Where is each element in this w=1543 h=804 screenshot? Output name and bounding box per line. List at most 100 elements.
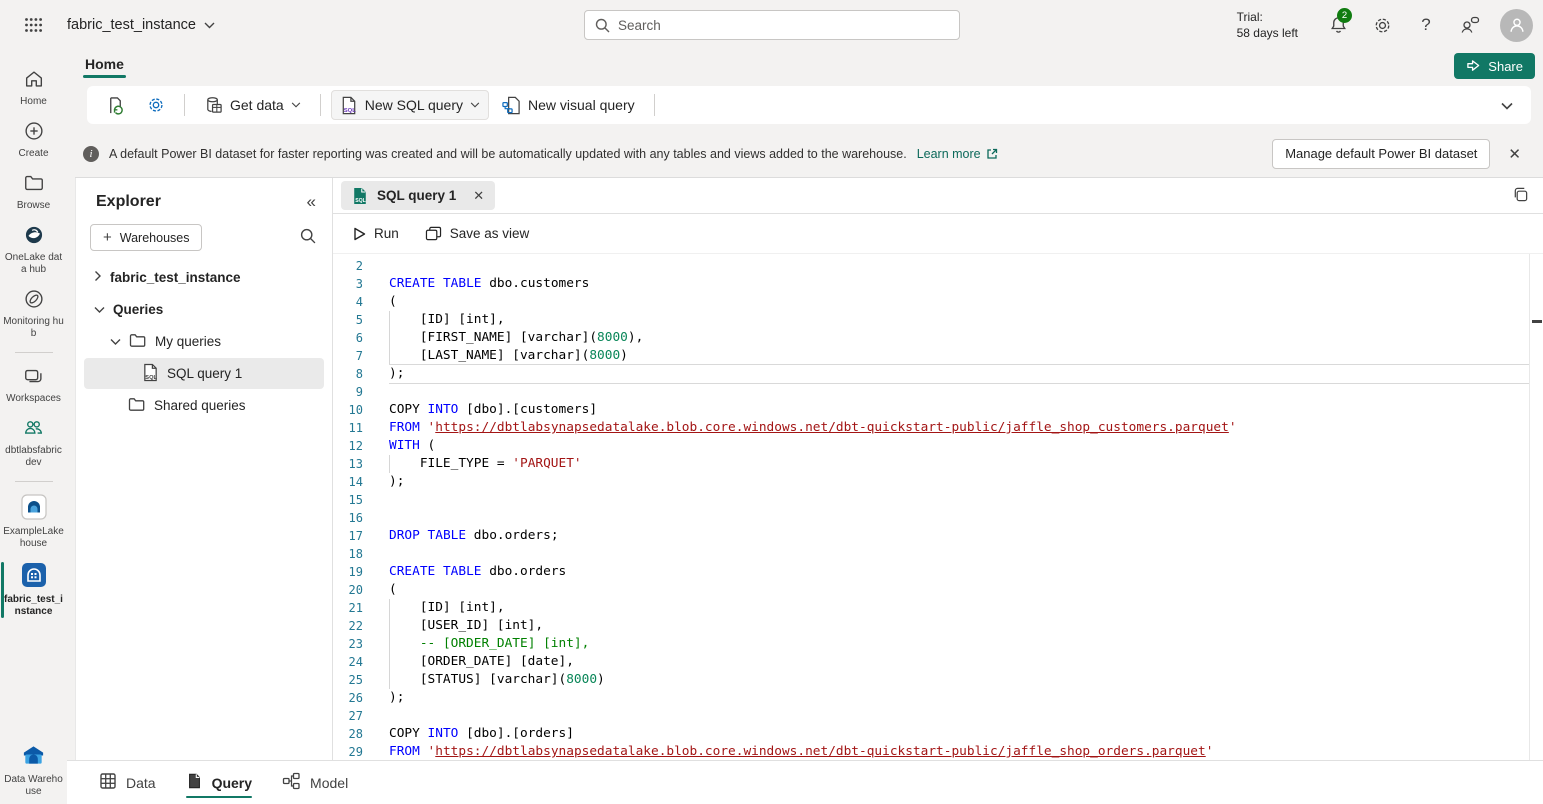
- refresh-button[interactable]: [97, 90, 134, 120]
- workspace-switcher[interactable]: fabric_test_instance: [67, 17, 215, 33]
- account-avatar[interactable]: [1500, 9, 1533, 42]
- get-data-button[interactable]: Get data: [195, 90, 310, 120]
- app-launcher-button[interactable]: [0, 18, 67, 32]
- editor-overview-ruler[interactable]: [1529, 254, 1543, 760]
- code-line[interactable]: 12WITH (: [333, 437, 1529, 455]
- nav-rail-label: Home: [20, 96, 47, 108]
- view-tab-data[interactable]: Data: [89, 761, 166, 804]
- ribbon-row: Get data SQL New SQL query: [67, 82, 1543, 130]
- nav-rail-label: Monitoring hub: [3, 316, 65, 340]
- code-line[interactable]: 4(: [333, 293, 1529, 311]
- view-tab-query[interactable]: Query: [176, 761, 262, 804]
- line-number: 29: [333, 743, 363, 760]
- code-line[interactable]: 22 [USER_ID] [int],: [333, 617, 1529, 635]
- code-line[interactable]: 17DROP TABLE dbo.orders;: [333, 527, 1529, 545]
- notifications-button[interactable]: 2: [1316, 1, 1360, 49]
- code-line[interactable]: 19CREATE TABLE dbo.orders: [333, 563, 1529, 581]
- chevron-down-icon[interactable]: [94, 302, 105, 317]
- nav-rail-item-onelake-data-hub[interactable]: OneLake data hub: [0, 218, 67, 282]
- overview-cursor-mark: [1532, 320, 1542, 323]
- code-line[interactable]: 20(: [333, 581, 1529, 599]
- code-line[interactable]: 10COPY INTO [dbo].[customers]: [333, 401, 1529, 419]
- nav-rail-item-workspaces[interactable]: Workspaces: [0, 359, 67, 411]
- add-warehouses-button[interactable]: + Warehouses: [90, 224, 202, 251]
- chevron-down-icon[interactable]: [110, 334, 121, 349]
- code-line[interactable]: 16: [333, 509, 1529, 527]
- plain-token: [FIRST_NAME] [varchar](: [389, 330, 597, 345]
- save-as-view-icon: [425, 226, 442, 241]
- close-tab-icon[interactable]: ✕: [473, 188, 484, 204]
- ribbon-expand-button[interactable]: [1493, 94, 1521, 117]
- code-line[interactable]: 23 -- [ORDER_DATE] [int],: [333, 635, 1529, 653]
- code-editor-surface[interactable]: 23CREATE TABLE dbo.customers4(5 [ID] [in…: [333, 254, 1543, 760]
- share-button[interactable]: Share: [1454, 53, 1535, 79]
- nav-rail-item-browse[interactable]: Browse: [0, 166, 67, 218]
- code-line[interactable]: 15: [333, 491, 1529, 509]
- code-line[interactable]: 9: [333, 383, 1529, 401]
- tree-item-shared-queries[interactable]: Shared queries: [84, 390, 324, 421]
- nav-rail-item-data-warehouse[interactable]: Data Warehouse: [0, 737, 67, 804]
- nav-rail-item-examplelakehouse[interactable]: ExampleLakehouse: [0, 488, 67, 556]
- tab-home[interactable]: Home: [83, 54, 126, 78]
- code-line[interactable]: 27: [333, 707, 1529, 725]
- plain-token: [STATUS] [varchar](: [389, 672, 566, 687]
- feedback-button[interactable]: [1448, 1, 1492, 49]
- nav-rail-item-monitoring-hub[interactable]: Monitoring hub: [0, 282, 67, 346]
- keyword-token: FROM: [389, 420, 420, 435]
- code-line[interactable]: 5 [ID] [int],: [333, 311, 1529, 329]
- nav-rail-divider: [15, 481, 53, 482]
- tree-item-sql-query-1[interactable]: SQLSQL query 1: [84, 358, 324, 389]
- feedback-icon: [1460, 16, 1480, 34]
- nav-rail-item-create[interactable]: Create: [0, 114, 67, 166]
- keyword-token: INTO: [428, 726, 459, 741]
- tree-item-queries[interactable]: Queries: [84, 294, 324, 325]
- lakehouse-icon: [21, 494, 47, 523]
- code-line[interactable]: 6 [FIRST_NAME] [varchar](8000),: [333, 329, 1529, 347]
- copy-icon-button[interactable]: [1504, 182, 1537, 210]
- plain-token: [420, 528, 428, 543]
- code-line[interactable]: 3CREATE TABLE dbo.customers: [333, 275, 1529, 293]
- new-visual-query-button[interactable]: New visual query: [493, 90, 644, 120]
- code-line[interactable]: 25 [STATUS] [varchar](8000): [333, 671, 1529, 689]
- search-input[interactable]: Search: [584, 10, 960, 40]
- code-line[interactable]: 29FROM 'https://dbtlabsynapsedatalake.bl…: [333, 743, 1529, 760]
- run-button[interactable]: Run: [343, 219, 409, 249]
- manage-dataset-button[interactable]: Manage default Power BI dataset: [1272, 139, 1490, 169]
- code-line[interactable]: 11FROM 'https://dbtlabsynapsedatalake.bl…: [333, 419, 1529, 437]
- plain-token: dbo.orders: [481, 564, 566, 579]
- nav-rail-item-home[interactable]: Home: [0, 62, 67, 114]
- nav-rail-item-dbtlabsfabricdev[interactable]: dbtlabsfabricdev: [0, 411, 67, 475]
- code-line[interactable]: 2: [333, 257, 1529, 275]
- tree-item-fabric-test-instance[interactable]: fabric_test_instance: [84, 262, 324, 293]
- code-line[interactable]: 24 [ORDER_DATE] [date],: [333, 653, 1529, 671]
- code-line[interactable]: 13 FILE_TYPE = 'PARQUET': [333, 455, 1529, 473]
- ribbon-settings-button[interactable]: [138, 90, 174, 120]
- save-as-view-button[interactable]: Save as view: [415, 219, 540, 249]
- code-line[interactable]: 28COPY INTO [dbo].[orders]: [333, 725, 1529, 743]
- nav-rail-item-fabric-test-instance[interactable]: fabric_test_instance: [0, 556, 67, 624]
- plain-token: [USER_ID] [int],: [389, 618, 543, 633]
- code-line[interactable]: 14);: [333, 473, 1529, 491]
- explorer-search-button[interactable]: [300, 228, 316, 247]
- collapse-explorer-button[interactable]: «: [307, 192, 316, 212]
- learn-more-link[interactable]: Learn more: [917, 147, 998, 161]
- workspace-name: fabric_test_instance: [67, 17, 196, 33]
- code-line[interactable]: 8);: [333, 365, 1529, 383]
- plain-token: [dbo].[orders]: [458, 726, 574, 741]
- code-line[interactable]: 26);: [333, 689, 1529, 707]
- code-line[interactable]: 7 [LAST_NAME] [varchar](8000): [333, 347, 1529, 365]
- line-number: 3: [333, 275, 363, 293]
- code-line[interactable]: 18: [333, 545, 1529, 563]
- new-sql-query-button[interactable]: SQL New SQL query: [331, 90, 489, 120]
- tree-item-my-queries[interactable]: My queries: [84, 326, 324, 357]
- banner-close-button[interactable]: ✕: [1500, 141, 1529, 167]
- help-button[interactable]: ?: [1404, 1, 1448, 49]
- line-number: 16: [333, 509, 363, 527]
- query-tab[interactable]: SQL SQL query 1 ✕: [341, 181, 495, 210]
- plain-token: [435, 276, 443, 291]
- settings-button[interactable]: [1360, 1, 1404, 49]
- view-tab-model[interactable]: Model: [272, 761, 358, 804]
- code-line[interactable]: 21 [ID] [int],: [333, 599, 1529, 617]
- chevron-right-icon[interactable]: [94, 270, 102, 285]
- string-token: 'PARQUET': [512, 456, 581, 471]
